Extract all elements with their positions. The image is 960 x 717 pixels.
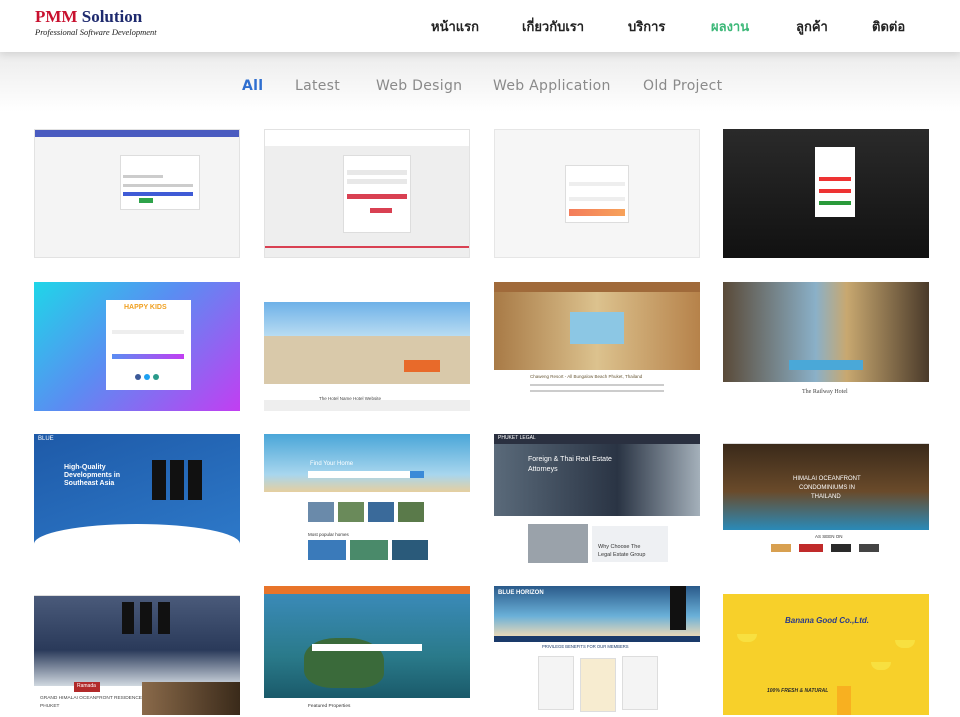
himalai-headline-3: THAILAND <box>811 494 841 500</box>
blue-headline-2: Developments in <box>64 472 121 479</box>
legal-subhead-1: Why Choose The <box>598 544 641 550</box>
nav-item-home[interactable]: หน้าแรก <box>431 16 479 37</box>
himalai-headline-1: HIMALAI OCEANFRONT <box>793 476 861 482</box>
grand-himalai-caption-1: GRAND HIMALAI OCEANFRONT RESIDENCES <box>40 696 146 701</box>
nav-item-contact[interactable]: ติดต่อ <box>872 16 905 37</box>
portfolio-item-login-dark[interactable] <box>723 129 929 258</box>
filter-all[interactable]: All <box>242 78 263 94</box>
find-home-headline: Find Your Home <box>310 461 354 467</box>
portfolio-item-himalai-condo[interactable]: HIMALAI OCEANFRONT CONDOMINIUMS IN THAIL… <box>723 434 929 563</box>
ramada-badge: Ramada <box>77 683 96 689</box>
nav-item-clients[interactable]: ลูกค้า <box>796 16 828 37</box>
portfolio-item-find-your-home[interactable]: Find Your Home Most popular homes <box>264 434 470 563</box>
banana-title: Banana Good Co.,Ltd. <box>785 616 869 625</box>
nav-item-portfolio[interactable]: ผลงาน <box>711 16 749 37</box>
portfolio-filter-bar: All Latest Web Design Web Application Ol… <box>0 78 960 98</box>
filter-old-project[interactable]: Old Project <box>643 78 722 94</box>
portfolio-item-island-properties[interactable]: Featured Properties <box>264 586 470 715</box>
portfolio-item-happy-kids[interactable]: HAPPY KIDS <box>34 282 240 411</box>
railway-hotel-title: The Railway Hotel <box>802 389 848 395</box>
portfolio-item-login-orange[interactable] <box>494 129 700 258</box>
portfolio-item-chaweng-resort[interactable]: Chaweng Resort - All Bungalow Beach Phuk… <box>494 282 700 411</box>
portfolio-item-grand-himalai[interactable]: Ramada GRAND HIMALAI OCEANFRONT RESIDENC… <box>34 586 240 715</box>
portfolio-item-phuket-legal[interactable]: PHUKET LEGAL Foreign & Thai Real Estate … <box>494 434 700 563</box>
site-header: PMM Solution Professional Software Devel… <box>0 0 960 52</box>
portfolio-item-railway-hotel[interactable]: The Railway Hotel <box>723 282 929 411</box>
filter-web-application[interactable]: Web Application <box>493 78 611 94</box>
portfolio-item-login-admin-blue[interactable] <box>34 129 240 258</box>
island-section: Featured Properties <box>308 704 351 709</box>
filter-latest[interactable]: Latest <box>295 78 340 94</box>
blue-horizon-section: PRIVILEGE BENEFITS FOR OUR MEMBERS <box>542 644 629 649</box>
portfolio-item-blue-developments[interactable]: BLUE High-Quality Developments in Southe… <box>34 434 240 563</box>
blue-headline-3: Southeast Asia <box>64 480 115 487</box>
happy-kids-logo: HAPPY KIDS <box>124 304 167 311</box>
nav-item-about[interactable]: เกี่ยวกับเรา <box>522 16 584 37</box>
find-home-section: Most popular homes <box>308 532 349 537</box>
legal-logo: PHUKET LEGAL <box>498 435 536 441</box>
portfolio-item-banana-good[interactable]: Banana Good Co.,Ltd. 100% FRESH & NATURA… <box>723 586 929 715</box>
banana-tagline: 100% FRESH & NATURAL <box>767 688 829 694</box>
portfolio-item-blue-horizon[interactable]: BLUE HORIZON PRIVILEGE BENEFITS FOR OUR … <box>494 586 700 715</box>
main-nav: หน้าแรก เกี่ยวกับเรา บริการ ผลงาน ลูกค้า… <box>0 16 960 36</box>
himalai-headline-2: CONDOMINIUMS IN <box>799 485 855 491</box>
grand-himalai-caption-2: PHUKET <box>40 704 60 709</box>
legal-headline-1: Foreign & Thai Real Estate <box>528 456 612 463</box>
nav-item-services[interactable]: บริการ <box>628 16 665 37</box>
legal-headline-2: Attorneys <box>528 466 558 473</box>
blue-horizon-logo: BLUE HORIZON <box>498 590 544 596</box>
filter-web-design[interactable]: Web Design <box>376 78 462 94</box>
blue-logo: BLUE <box>38 436 54 442</box>
portfolio-item-login-red[interactable] <box>264 129 470 258</box>
hotel-caption: The Hotel Name Hotel Website <box>319 396 381 401</box>
chaweng-caption: Chaweng Resort - All Bungalow Beach Phuk… <box>530 374 643 379</box>
himalai-as-seen: AS SEEN ON <box>815 534 843 539</box>
legal-subhead-2: Legal Estate Group <box>598 552 646 558</box>
blue-headline-1: High-Quality <box>64 464 106 471</box>
portfolio-item-hotel[interactable]: The Hotel Name Hotel Website <box>264 282 470 411</box>
